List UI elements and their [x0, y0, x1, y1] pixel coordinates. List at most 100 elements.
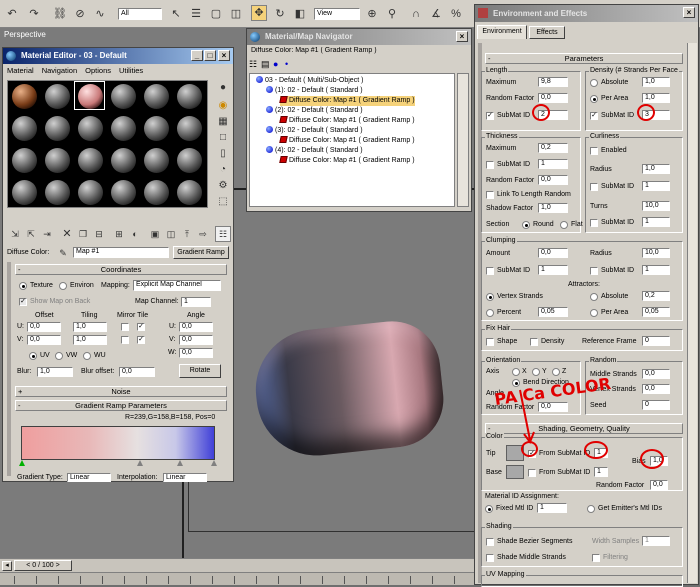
sample-slot[interactable] — [8, 145, 39, 174]
coordinates-rollout-title[interactable]: - Coordinates — [15, 264, 227, 275]
density-submat-checkbox[interactable]: ✓ — [590, 112, 598, 120]
v-mirror-checkbox[interactable] — [121, 336, 129, 344]
map-channel-field[interactable]: 1 — [181, 297, 211, 307]
sample-slot[interactable] — [173, 145, 204, 174]
view-list-icon[interactable]: ☷ — [249, 59, 257, 70]
attractor-absolute-field[interactable]: 0,2 — [642, 291, 670, 301]
v-tile-checkbox[interactable]: ✓ — [137, 336, 145, 344]
sample-slot[interactable] — [41, 177, 72, 206]
thickness-submat-field[interactable]: 1 — [538, 159, 568, 169]
wu-radio[interactable] — [83, 352, 91, 360]
reference-coordinate-dropdown[interactable]: View — [314, 8, 360, 20]
sample-slot[interactable] — [41, 81, 72, 110]
vw-radio[interactable] — [55, 352, 63, 360]
show-map-on-back-checkbox[interactable]: ✓ — [19, 298, 27, 306]
flat-radio[interactable] — [560, 221, 568, 229]
angle-snap-icon[interactable]: ∡ — [428, 6, 444, 22]
navigator-close-button[interactable]: × — [456, 31, 468, 42]
thickness-random-factor-field[interactable]: 0,0 — [538, 175, 568, 185]
select-by-name-icon[interactable]: ☰ — [188, 6, 204, 22]
show-map-in-viewport-icon[interactable]: ▣ — [147, 226, 163, 242]
reset-map-icon[interactable]: ✕ — [59, 226, 75, 242]
density-per-area-field[interactable]: 1,0 — [642, 93, 670, 103]
fixed-mtl-id-radio[interactable] — [485, 505, 493, 513]
view-large-icons-icon[interactable]: ● — [273, 59, 278, 69]
u-tile-checkbox[interactable]: ✓ — [137, 323, 145, 331]
menu-options[interactable]: Options — [85, 64, 111, 77]
undo-icon[interactable]: ↶ — [4, 6, 20, 22]
env-titlebar[interactable]: Environment and Effects × — [475, 5, 698, 22]
bind-spacewarp-icon[interactable]: ∿ — [92, 6, 108, 22]
sample-slot[interactable] — [107, 113, 138, 142]
clumping-submat-checkbox[interactable] — [486, 267, 494, 275]
background-icon[interactable]: ▦ — [215, 114, 231, 130]
options-icon[interactable]: ⚙ — [215, 178, 231, 194]
time-slider[interactable]: ◂ < 0 / 100 > — [0, 558, 478, 572]
gradient-flag-end[interactable] — [211, 460, 217, 466]
move-icon[interactable]: ✥ — [251, 5, 267, 21]
tree-item-selected[interactable]: Diffuse Color: Map #1 ( Gradient Ramp ) — [279, 96, 415, 106]
sample-slot[interactable] — [74, 113, 105, 142]
sample-slot[interactable] — [74, 145, 105, 174]
tree-item[interactable]: Diffuse Color: Map #1 ( Gradient Ramp ) — [279, 136, 415, 146]
filtering-checkbox[interactable] — [592, 554, 600, 562]
sample-uv-tiling-icon[interactable]: □ — [215, 130, 231, 146]
w-angle-field[interactable]: 0,0 — [179, 348, 213, 358]
gradient-flag-mid2[interactable] — [177, 460, 183, 466]
map-name-field[interactable]: Map #1 — [73, 247, 169, 258]
sample-slot[interactable] — [140, 113, 171, 142]
sample-slot[interactable] — [8, 113, 39, 142]
color-random-factor-field[interactable]: 0,0 — [650, 480, 668, 490]
v-tiling-field[interactable]: 1,0 — [73, 335, 107, 345]
base-from-submat-field[interactable]: 1 — [594, 467, 608, 477]
middle-strands-field[interactable]: 0,0 — [642, 369, 670, 379]
width-samples-field[interactable]: 1 — [642, 536, 670, 546]
base-color-swatch[interactable] — [506, 465, 524, 479]
fixed-mtl-id-field[interactable]: 1 — [537, 503, 567, 513]
gradient-flag-mid1[interactable] — [137, 460, 143, 466]
base-from-submat-checkbox[interactable] — [528, 469, 536, 477]
select-object-icon[interactable]: ↖ — [168, 6, 184, 22]
v-offset-field[interactable]: 0,0 — [27, 335, 61, 345]
get-material-icon[interactable]: ⇲ — [7, 226, 23, 242]
sample-slot[interactable] — [107, 81, 138, 110]
sample-slot[interactable] — [107, 177, 138, 206]
round-radio[interactable] — [522, 221, 530, 229]
density-per-area-radio[interactable] — [590, 95, 598, 103]
time-slider-thumb[interactable]: < 0 / 100 > — [14, 560, 72, 571]
uv-radio[interactable] — [29, 352, 37, 360]
sample-slot[interactable] — [140, 81, 171, 110]
tree-item[interactable]: (2): 02 - Default ( Standard ) — [266, 106, 363, 116]
assign-material-icon[interactable]: ⇥ — [39, 226, 55, 242]
parameters-rollout-title[interactable]: - Parameters — [485, 53, 683, 64]
axis-z-radio[interactable] — [552, 368, 560, 376]
axis-y-radio[interactable] — [532, 368, 540, 376]
sample-slot[interactable] — [173, 113, 204, 142]
sample-slot[interactable] — [8, 177, 39, 206]
curliness-enabled-checkbox[interactable] — [590, 147, 598, 155]
rotate-button[interactable]: Rotate — [179, 364, 221, 378]
menu-material[interactable]: Material — [7, 64, 34, 77]
sample-slot[interactable] — [173, 177, 204, 206]
window-crossing-icon[interactable]: ◫ — [228, 6, 244, 22]
tab-effects[interactable]: Effects — [529, 26, 565, 39]
material-effects-channel-icon[interactable]: ◐ — [127, 226, 143, 242]
blur-offset-field[interactable]: 0,0 — [119, 367, 155, 377]
sample-slot-active[interactable] — [74, 81, 105, 110]
select-link-icon[interactable]: ⛓ — [52, 6, 68, 22]
redo-icon[interactable]: ↷ — [26, 6, 42, 22]
thickness-maximum-field[interactable]: 0,2 — [538, 143, 568, 153]
track-bar[interactable] — [0, 572, 478, 585]
density-absolute-radio[interactable] — [590, 79, 598, 87]
mapping-dropdown[interactable]: Explicit Map Channel — [133, 280, 221, 291]
reference-frame-field[interactable]: 0 — [642, 336, 670, 346]
sample-slot[interactable] — [140, 177, 171, 206]
length-maximum-field[interactable]: 9,8 — [538, 77, 568, 87]
sample-slot[interactable] — [140, 145, 171, 174]
u-mirror-checkbox[interactable] — [121, 323, 129, 331]
clumping-radius-field[interactable]: 10,0 — [642, 248, 670, 258]
percent-snap-icon[interactable]: % — [448, 6, 464, 22]
attractor-per-area-field[interactable]: 0,05 — [642, 307, 670, 317]
u-angle-field[interactable]: 0,0 — [179, 322, 213, 332]
rollout-scroll-track[interactable] — [7, 262, 11, 476]
